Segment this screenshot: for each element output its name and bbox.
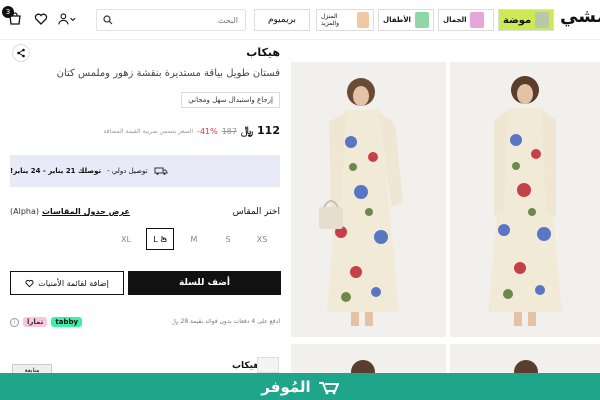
tamara-badge[interactable]: تمارا: [23, 317, 48, 327]
size-option-xl[interactable]: XL: [112, 228, 140, 250]
premium-tab[interactable]: بريميوم: [254, 9, 310, 31]
almowafir-logo-icon: [318, 381, 339, 394]
installments-text: ادفع على 4 دفعات بدون فوائد بقيمة 28 ﷼: [171, 318, 280, 325]
category-fashion-thumbnail: [535, 12, 549, 28]
size-option-m[interactable]: M: [180, 228, 208, 250]
category-fashion-label: موضة: [503, 14, 532, 26]
delivery-truck-icon: [154, 167, 168, 175]
size-option-l-selected[interactable]: L: [146, 228, 174, 250]
heart-icon: [25, 279, 34, 287]
cart-icon[interactable]: 3: [2, 6, 24, 28]
product-brand[interactable]: هيكاب: [246, 46, 280, 59]
current-price: 112 ﷼: [241, 124, 280, 138]
share-icon: [17, 48, 25, 58]
search-input[interactable]: [113, 15, 238, 25]
add-to-cart-button[interactable]: أضف للسلة: [128, 271, 281, 295]
cursor-hand-icon: [160, 236, 167, 242]
category-home-label: المنزل والمزيد: [321, 13, 339, 27]
category-fashion[interactable]: موضة: [498, 9, 554, 31]
model-floral-dress-front-image: [450, 62, 600, 337]
site-logo[interactable]: نمشي: [560, 6, 600, 27]
almowafir-logo-text: المُوفر: [261, 377, 311, 396]
product-image-1[interactable]: [291, 62, 446, 337]
return-policy-tag: إرجاع واستبدال سهل ومجاني: [181, 92, 280, 108]
discount-badge: 41%-: [197, 126, 218, 136]
product-image-2[interactable]: [450, 62, 600, 337]
info-icon[interactable]: i: [10, 317, 19, 327]
cart-count-badge: 3: [2, 6, 14, 18]
category-kids-thumbnail: [414, 12, 429, 28]
model-floral-dress-image: [291, 62, 446, 337]
size-chart-link[interactable]: عرض جدول المقاسات: [42, 207, 130, 216]
seller-brand-logo: [257, 357, 279, 373]
add-to-wishlist-button[interactable]: إضافة لقائمة الأمنيات: [10, 271, 124, 295]
size-selector: XL L M S XS: [112, 228, 276, 250]
size-option-xs[interactable]: XS: [248, 228, 276, 250]
size-option-s[interactable]: S: [214, 228, 242, 250]
currency-symbol: ﷼: [241, 124, 254, 137]
header-icons: 3: [2, 6, 76, 28]
top-header: 3 بريميوم المنزل والمزيد الأطفال الجمال …: [0, 0, 600, 40]
price-row: 112 ﷼ 187 41%- السعر يتضمن ضريبة القيمة …: [103, 124, 280, 138]
account-user-icon[interactable]: [58, 10, 76, 28]
product-title: فستان طويل بياقة مستديرة بنقشة زهور وملم…: [56, 68, 280, 79]
wishlist-heart-icon[interactable]: [32, 10, 50, 28]
category-home-thumbnail: [356, 12, 369, 28]
size-system-label: (Alpha): [10, 207, 39, 216]
vat-note: السعر يتضمن ضريبة القيمة المضافة: [103, 127, 194, 135]
tabby-badge[interactable]: tabby: [51, 317, 83, 327]
installments-row: i تمارا tabby ادفع على 4 دفعات بدون فوائ…: [10, 317, 280, 327]
category-beauty-thumbnail: [470, 12, 485, 28]
delivery-prefix: توصيل دولي -: [107, 167, 148, 175]
category-beauty[interactable]: الجمال: [438, 9, 494, 31]
delivery-dates: توصلك 21 يناير - 24 يناير!: [10, 167, 102, 175]
delivery-banner: توصيل دولي - توصلك 21 يناير - 24 يناير!: [10, 155, 280, 187]
share-button[interactable]: [12, 44, 30, 62]
almowafir-banner: المُوفر: [0, 373, 600, 400]
category-kids-label: الأطفال: [383, 16, 411, 24]
category-kids[interactable]: الأطفال: [378, 9, 434, 31]
category-home[interactable]: المنزل والمزيد: [316, 9, 374, 31]
add-to-wishlist-label: إضافة لقائمة الأمنيات: [38, 278, 109, 288]
current-price-value: 112: [257, 124, 280, 137]
original-price: 187: [221, 126, 237, 136]
category-beauty-label: الجمال: [443, 16, 467, 24]
seller-brand-name[interactable]: هيكاب: [232, 361, 260, 371]
size-option-l-label: L: [153, 234, 158, 244]
search-bar[interactable]: [96, 9, 246, 31]
search-icon: [103, 15, 113, 25]
size-label: اختر المقاس: [232, 207, 280, 217]
